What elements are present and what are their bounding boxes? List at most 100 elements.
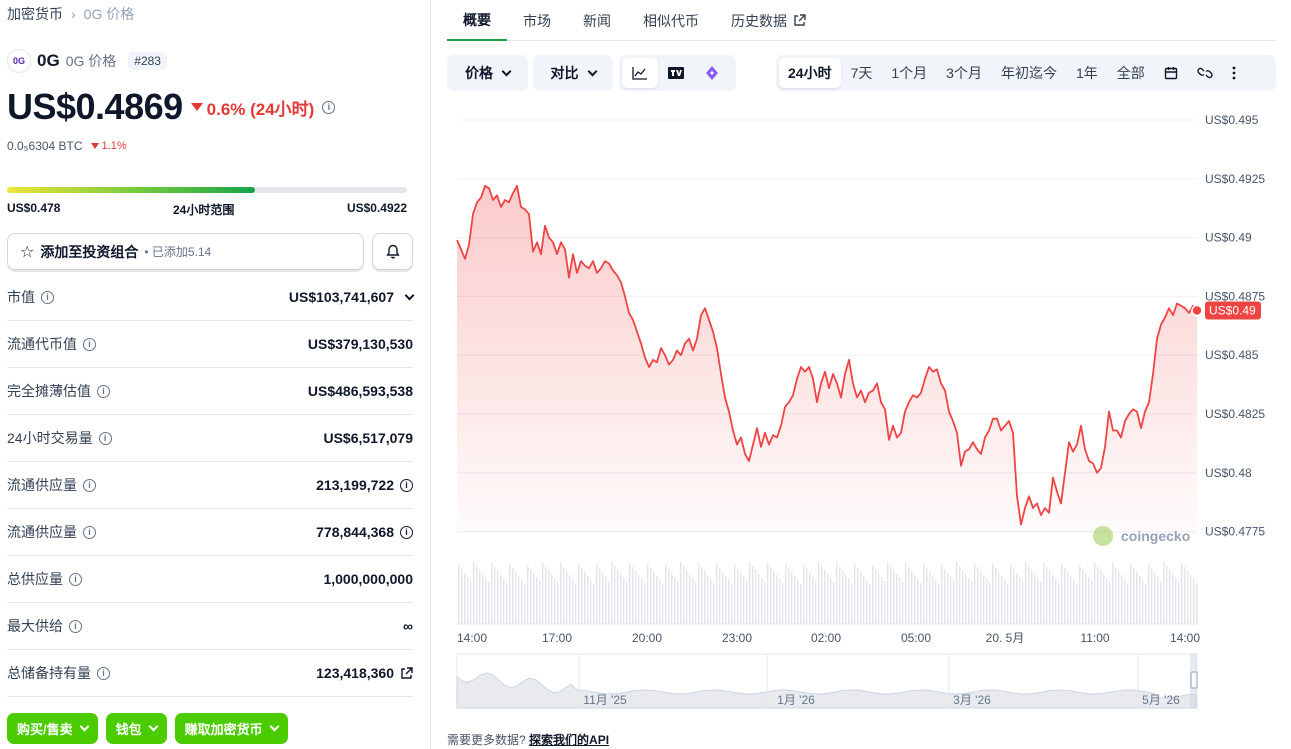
volume-bar [1010, 565, 1012, 624]
chart-type-switch [619, 55, 736, 91]
volume-bar [665, 565, 667, 624]
navigator-handle[interactable] [1190, 671, 1198, 689]
tradingview-button[interactable] [658, 58, 694, 88]
stat-value-wrap: US$6,517,079 [323, 430, 413, 446]
stat-value-wrap: 123,418,360 [316, 665, 413, 681]
volume-bar [983, 575, 985, 624]
info-icon[interactable]: i [98, 431, 112, 445]
volume-bar [647, 564, 649, 624]
down-triangle-icon [190, 103, 203, 111]
price-dropdown-label: 价格 [465, 65, 493, 81]
range-button[interactable]: 7天 [842, 58, 882, 88]
y-tick-label: US$0.485 [1205, 348, 1259, 362]
compare-dropdown[interactable]: 对比 [533, 55, 613, 91]
volume-bar [1178, 582, 1180, 624]
info-icon[interactable]: i [69, 619, 82, 633]
tab-similar-coins[interactable]: 相似代币 [627, 0, 715, 41]
range-label: 24小时范围 [172, 203, 235, 217]
info-icon[interactable]: i [83, 478, 96, 492]
breadcrumb-root[interactable]: 加密货币 [7, 4, 63, 24]
volume-bar [818, 562, 820, 624]
api-link[interactable]: 探索我们的API [529, 733, 609, 747]
y-tick-label: US$0.4775 [1205, 525, 1265, 539]
volume-bar [1154, 573, 1156, 624]
volume-bar [989, 583, 991, 624]
info-icon[interactable]: i [97, 384, 110, 398]
buy-sell-button[interactable]: 购买/售卖 [7, 713, 98, 744]
add-to-portfolio-label: 添加至投资组合 [40, 243, 139, 260]
volume-bar [461, 569, 463, 624]
range-button[interactable]: 1年 [1067, 58, 1107, 88]
stat-value-wrap: 213,199,722 i [316, 477, 413, 493]
volume-bar [887, 562, 889, 624]
line-chart-button[interactable] [622, 58, 658, 88]
price-chart-svg: US$0.495US$0.4925US$0.49US$0.4875US$0.48… [456, 113, 1265, 709]
stat-value: US$486,593,538 [307, 383, 413, 399]
x-tick-label: 02:00 [811, 631, 841, 645]
range-button[interactable]: 年初迄今 [992, 58, 1066, 88]
range-button[interactable]: 全部 [1108, 58, 1154, 88]
range-button[interactable]: 3个月 [937, 58, 991, 88]
tab-overview[interactable]: 概要 [447, 0, 507, 41]
price-alert-button[interactable] [372, 233, 413, 270]
info-icon[interactable]: i [83, 525, 96, 539]
stat-value: ∞ [403, 618, 413, 634]
stat-value: US$379,130,530 [307, 336, 413, 352]
volume-bar [1082, 569, 1084, 624]
volume-bar [515, 572, 517, 624]
btc-change-value: 1.1% [101, 140, 127, 152]
volume-bar [953, 581, 955, 624]
volume-bar [896, 574, 898, 624]
volume-bar [683, 566, 685, 624]
range-button[interactable]: 1个月 [882, 58, 936, 88]
info-icon[interactable]: i [41, 290, 54, 304]
volume-bar [707, 575, 709, 624]
volume-bar [638, 575, 640, 624]
volume-bar [614, 566, 616, 624]
tab-news[interactable]: 新闻 [567, 0, 627, 41]
volume-bar [920, 583, 922, 624]
link-button[interactable] [1188, 58, 1222, 88]
chevron-down-icon[interactable] [404, 290, 415, 300]
info-icon[interactable]: i [322, 100, 336, 114]
tab-historical-data[interactable]: 历史数据 [715, 0, 822, 41]
volume-bar [695, 582, 697, 624]
volume-bar [854, 564, 856, 624]
stat-label: 总储备持有量 [7, 665, 91, 681]
volume-bar [1043, 563, 1045, 624]
watermark: coingecko [1121, 528, 1190, 544]
volume-bar [914, 575, 916, 624]
stat-value: US$103,741,607 [288, 289, 394, 305]
more-button[interactable] [1223, 58, 1245, 88]
wallet-button[interactable]: 钱包 [105, 713, 167, 744]
info-icon[interactable]: i [400, 525, 413, 539]
volume-bar [974, 563, 976, 624]
price-dropdown[interactable]: 价格 [447, 55, 528, 91]
calendar-button[interactable] [1155, 58, 1187, 88]
volume-bar [1100, 570, 1102, 624]
range-button[interactable]: 24小时 [779, 58, 841, 88]
info-icon[interactable]: i [83, 337, 96, 351]
volume-bar [521, 580, 523, 624]
volume-bar [1169, 570, 1171, 624]
line-chart-icon [632, 67, 647, 80]
geckoterminal-button[interactable] [694, 58, 730, 88]
tab-label: 市场 [523, 12, 551, 29]
volume-bar [959, 566, 961, 624]
info-icon[interactable]: i [400, 478, 413, 492]
volume-bar [680, 562, 682, 624]
add-to-portfolio-button[interactable]: ☆ 添加至投资组合 • 已添加5.14 [7, 233, 364, 270]
volume-bar [1004, 580, 1006, 624]
external-link-icon[interactable] [400, 666, 413, 680]
volume-bar [998, 572, 1000, 624]
info-icon[interactable]: i [97, 666, 110, 680]
volume-bar [956, 562, 958, 624]
volume-bar [542, 562, 544, 624]
tab-markets[interactable]: 市场 [507, 0, 567, 41]
volume-bar [674, 577, 676, 624]
price-change: 0.6% (24小时) [190, 95, 314, 120]
info-icon[interactable]: i [69, 572, 82, 586]
volume-bar [593, 584, 595, 624]
volume-bar [629, 563, 631, 624]
earn-crypto-button[interactable]: 赚取加密货币 [174, 713, 288, 744]
